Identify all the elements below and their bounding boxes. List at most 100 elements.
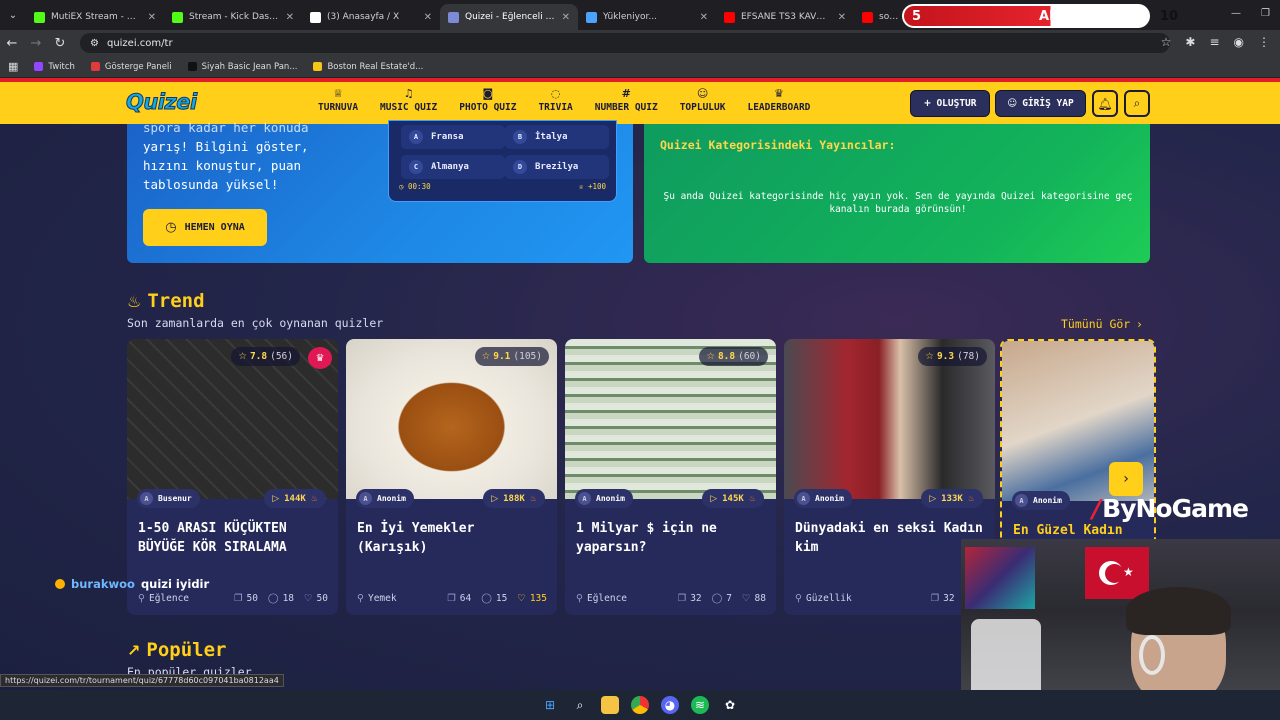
- tab-search-icon[interactable]: ⌄: [0, 10, 26, 21]
- chrome-icon[interactable]: [631, 696, 649, 714]
- popular-section-title: ↗ Popüler: [127, 639, 226, 661]
- comment-count: ◯ 18: [268, 593, 294, 604]
- category-tag[interactable]: ⚲ Güzellik: [795, 593, 921, 604]
- login-button[interactable]: ☺ GİRİŞ YAP: [995, 90, 1086, 117]
- bell-icon[interactable]: 🔔︎: [1092, 90, 1118, 117]
- category-tag[interactable]: ⚲ Eğlence: [576, 593, 668, 604]
- browser-tab[interactable]: MutiEX Stream - Watch Li ✕: [26, 4, 164, 30]
- star-icon: ☆: [706, 351, 715, 362]
- spotify-icon[interactable]: ≋: [691, 696, 709, 714]
- category-tag[interactable]: ⚲ Yemek: [357, 593, 437, 604]
- nav-item[interactable]: ◌ TRIVIA: [534, 87, 576, 113]
- close-icon[interactable]: ✕: [700, 12, 708, 23]
- chevron-right-icon: ›: [1137, 317, 1142, 331]
- create-button[interactable]: + OLUŞTUR: [910, 90, 990, 117]
- option-d[interactable]: D Brezilya: [505, 155, 609, 179]
- sponsor-text: ByNoGame: [1102, 494, 1249, 523]
- nav-item[interactable]: ◙ PHOTO QUIZ: [455, 87, 520, 113]
- quiz-title[interactable]: En İyi Yemekler (Karışık): [357, 519, 547, 557]
- browser-tab[interactable]: Quizei - Eğlenceli ve etkil ✕: [440, 4, 578, 30]
- points-value: +100: [587, 182, 606, 191]
- forward-icon[interactable]: →: [24, 36, 48, 51]
- main-menu: ♕ TURNUVA ♫ MUSIC QUIZ ◙ PHOTO QUIZ ◌ TRIVIA # NU…: [314, 87, 814, 113]
- quiz-title[interactable]: Dünyadaki en seksi Kadın kim: [795, 519, 985, 557]
- minimize-icon[interactable]: —: [1231, 8, 1241, 19]
- app-icon[interactable]: ✿: [721, 696, 739, 714]
- hero-line: tablosunda yüksel!: [143, 177, 279, 192]
- apps-icon[interactable]: ▦: [8, 60, 18, 73]
- browser-tab[interactable]: (3) Anasayfa / X ✕: [302, 4, 440, 30]
- quiz-title[interactable]: 1-50 ARASI KÜÇÜKTEN BÜYÜĞE KÖR SIRALAMA: [138, 519, 328, 557]
- tab-favicon-icon: [862, 11, 873, 23]
- option-a[interactable]: A Fransa: [401, 125, 505, 149]
- headphone-icon: [1139, 635, 1165, 675]
- quiz-card[interactable]: ☆ 8.8 (60) A Anonim ▷ 145K ♨ 1 Milyar $ için ne …: [565, 339, 776, 615]
- nav-item[interactable]: ♛ LEADERBOARD: [743, 87, 814, 113]
- nav-item[interactable]: ♕ TURNUVA: [314, 87, 362, 113]
- avatar: A: [1015, 494, 1028, 507]
- like-count[interactable]: ♡ 50: [304, 593, 328, 604]
- back-icon[interactable]: ←: [0, 36, 24, 51]
- tab-favicon-icon: [586, 11, 597, 23]
- streamers-title: Quizei Kategorisindeki Yayıncılar:: [660, 138, 896, 152]
- subscriber-goal-overlay: 5 ABONE HEDEFİ 10: [902, 4, 1178, 28]
- nav-item[interactable]: ☺ TOPLULUK: [676, 87, 730, 113]
- bookmark-star-icon[interactable]: ☆: [1161, 35, 1172, 49]
- crown-icon: ♛: [308, 347, 332, 369]
- carousel-next-button[interactable]: ›: [1109, 462, 1143, 496]
- quiz-card[interactable]: ☆ 9.1 (105) A Anonim ▷ 188K ♨ En İyi Yemekler (K…: [346, 339, 557, 615]
- discord-icon[interactable]: ◕: [661, 696, 679, 714]
- play-now-button[interactable]: ◷ HEMEN OYNA: [143, 209, 267, 246]
- reload-icon[interactable]: ↻: [48, 36, 72, 51]
- url-field[interactable]: ⚙ quizei.com/tr: [80, 33, 1170, 53]
- close-icon[interactable]: ✕: [424, 12, 432, 23]
- author-badge[interactable]: A Anonim: [575, 489, 633, 508]
- site-logo[interactable]: Quizei: [126, 90, 198, 115]
- browser-tab[interactable]: EFSANE TS3 KAVGASI - Yo ✕: [716, 4, 854, 30]
- close-icon[interactable]: ✕: [838, 12, 846, 23]
- author-badge[interactable]: A Anonim: [356, 489, 414, 508]
- file-explorer-icon[interactable]: [601, 696, 619, 714]
- option-letter: A: [409, 130, 423, 144]
- quiz-title[interactable]: 1 Milyar $ için ne yaparsın?: [576, 519, 766, 557]
- search-icon[interactable]: ⌕: [1124, 90, 1150, 117]
- hero-panel: spora kadar her konuda yarış! Bilgini gö…: [127, 120, 633, 263]
- maximize-icon[interactable]: ❐: [1261, 8, 1270, 19]
- author-badge[interactable]: A Anonim: [1012, 491, 1070, 510]
- like-count[interactable]: ♡ 135: [517, 593, 547, 604]
- tag-icon: ⚲: [795, 593, 802, 604]
- play-count-badge: ▷ 133K ♨: [921, 489, 983, 508]
- nav-item[interactable]: # NUMBER QUIZ: [591, 87, 662, 113]
- question-count-value: 64: [459, 593, 472, 604]
- taskbar-search-icon[interactable]: ⌕: [571, 696, 589, 714]
- rating-badge: ☆ 9.3 (78): [918, 347, 987, 366]
- close-icon[interactable]: ✕: [286, 12, 294, 23]
- menu-icon[interactable]: ⋮: [1258, 35, 1270, 49]
- bookmark-item[interactable]: Twitch: [34, 62, 75, 72]
- site-info-icon[interactable]: ⚙: [90, 38, 99, 49]
- quiz-card[interactable]: ☆ 7.8 (56) ♛ A Busenur ▷ 144K ♨ 1-50 ARASI KÜÇÜKT…: [127, 339, 338, 615]
- close-icon[interactable]: ✕: [148, 12, 156, 23]
- media-icon[interactable]: ≡: [1209, 35, 1219, 49]
- category-tag[interactable]: ⚲ Eğlence: [138, 593, 224, 604]
- option-b[interactable]: B İtalya: [505, 125, 609, 149]
- nav-item[interactable]: ♫ MUSIC QUIZ: [376, 87, 441, 113]
- author-badge[interactable]: A Anonim: [794, 489, 852, 508]
- see-all-link[interactable]: Tümünü Gör ›: [1061, 317, 1142, 331]
- windows-start-icon[interactable]: ⊞: [541, 696, 559, 714]
- profile-avatar[interactable]: ◉: [1234, 35, 1244, 49]
- bookmark-item[interactable]: Siyah Basic Jean Pan...: [187, 62, 297, 72]
- bookmark-item[interactable]: Boston Real Estate'd...: [313, 62, 423, 72]
- browser-tab[interactable]: Yükleniyor... ✕: [578, 4, 716, 30]
- quiz-title[interactable]: En Güzel Kadın: [1013, 521, 1153, 540]
- quiz-stats: ⚲ Eğlence ❐ 50 ◯ 18 ♡ 50: [138, 593, 328, 604]
- like-count[interactable]: ♡ 88: [742, 593, 766, 604]
- trend-subtitle: Son zamanlarda en çok oynanan quizler: [127, 316, 384, 330]
- author-badge[interactable]: A Busenur: [137, 489, 200, 508]
- author-name: Anonim: [596, 494, 625, 503]
- close-icon[interactable]: ✕: [562, 12, 570, 23]
- bookmark-item[interactable]: Gösterge Paneli: [90, 62, 172, 72]
- option-c[interactable]: C Almanya: [401, 155, 505, 179]
- browser-tab[interactable]: Stream - Kick Dashboard ✕: [164, 4, 302, 30]
- extensions-icon[interactable]: ✱: [1185, 35, 1195, 49]
